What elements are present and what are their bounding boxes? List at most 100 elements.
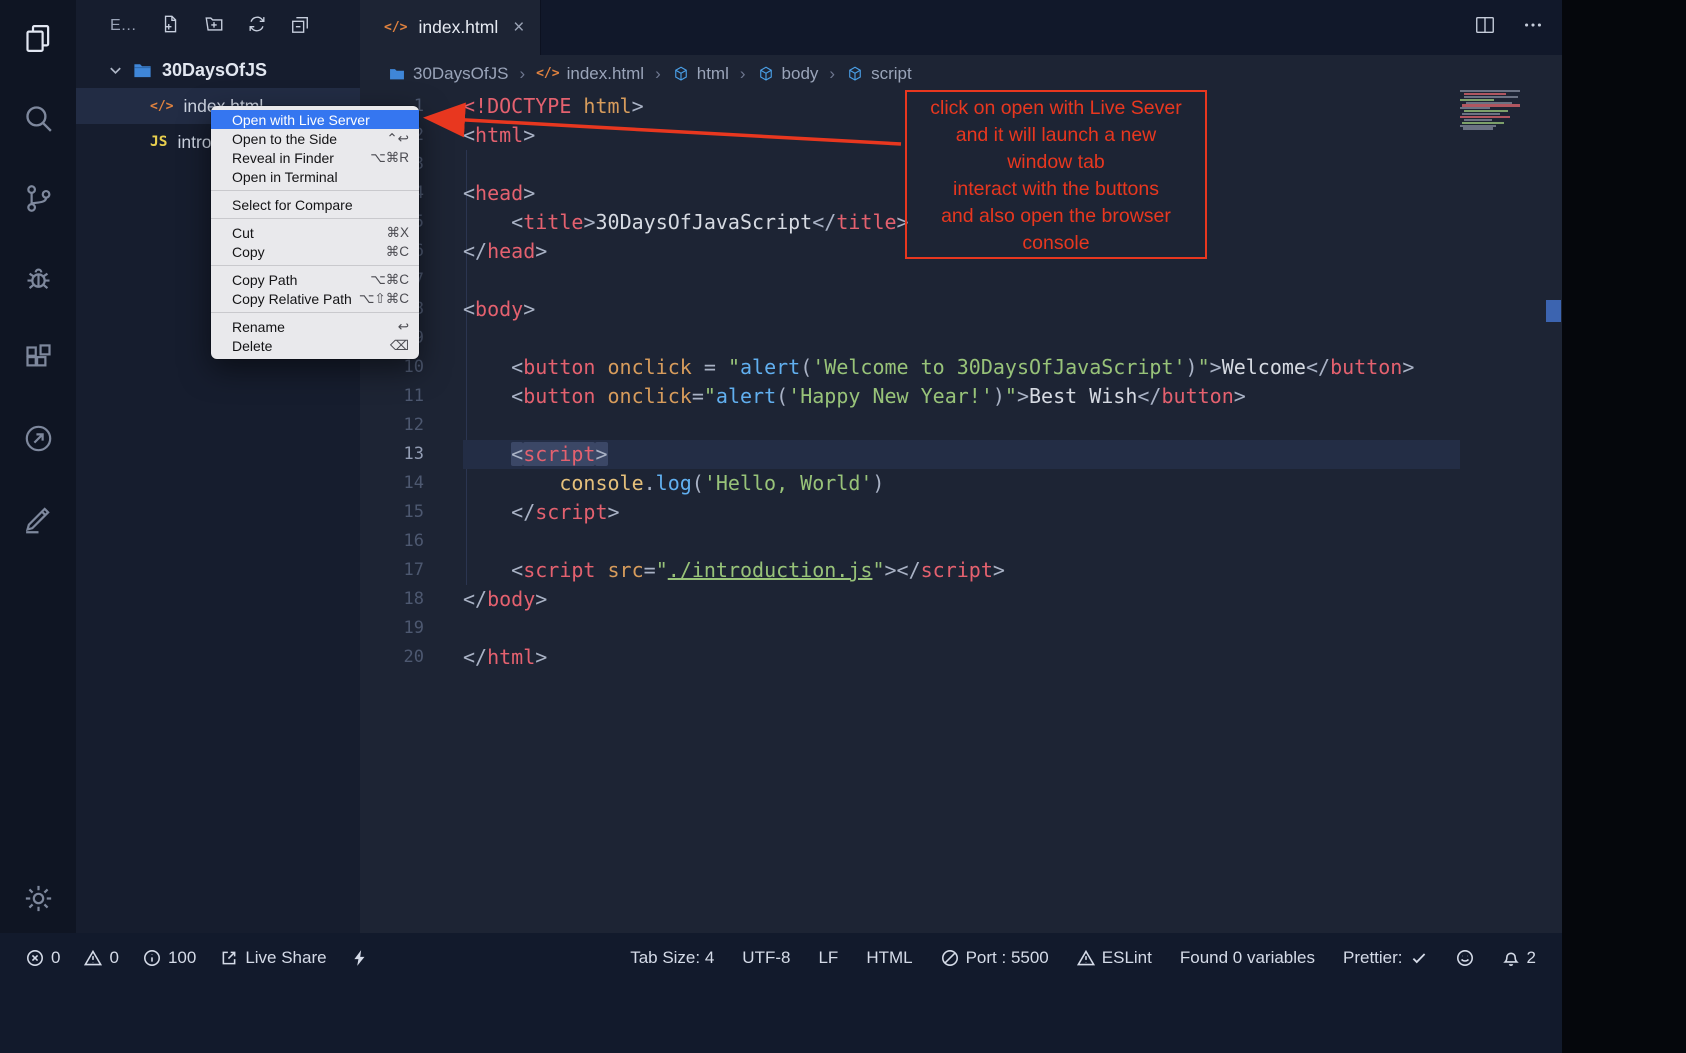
menu-item-copy-relative-path[interactable]: Copy Relative Path⌥⇧⌘C [211, 289, 419, 308]
minimap-line [1460, 107, 1490, 109]
tab-index-html[interactable]: </> index.html × [360, 0, 541, 55]
menu-item-open-with-live-server[interactable]: Open with Live Server [211, 110, 419, 129]
menu-item-cut[interactable]: Cut⌘X [211, 223, 419, 242]
status-item-lf[interactable]: LF [818, 948, 838, 968]
symbol-cube-icon [672, 65, 690, 83]
breadcrumb-item-html[interactable]: html [672, 64, 729, 84]
info-icon [143, 949, 161, 967]
code-line-19[interactable]: 19 [360, 614, 1562, 643]
breadcrumb-item-file[interactable]: </> index.html [536, 64, 644, 84]
breadcrumb-item-folder[interactable]: 30DaysOfJS [388, 64, 508, 84]
new-folder-icon[interactable] [204, 14, 224, 39]
code-text [424, 527, 463, 556]
menu-item-select-for-compare[interactable]: Select for Compare [211, 195, 419, 214]
code-line-8[interactable]: 8<body> [360, 295, 1562, 324]
menu-item-copy-path[interactable]: Copy Path⌥⌘C [211, 270, 419, 289]
line-number: 20 [360, 643, 424, 672]
breadcrumb-item-body[interactable]: body [757, 64, 819, 84]
context-menu: Open with Live ServerOpen to the Side⌃↩R… [211, 106, 419, 359]
menu-item-delete[interactable]: Delete⌫ [211, 336, 419, 355]
menu-item-label: Rename [232, 319, 285, 335]
html-file-icon: </> [536, 66, 559, 81]
status-item-0[interactable]: 0 [26, 948, 60, 968]
status-item-prettier-[interactable]: Prettier: [1343, 948, 1428, 968]
code-line-15[interactable]: 15 </script> [360, 498, 1562, 527]
html-file-icon: </> [384, 20, 407, 35]
code-line-10[interactable]: 10 <button onclick = "alert('Welcome to … [360, 353, 1562, 382]
annotation-line: and also open the browser [907, 203, 1205, 230]
debug-icon[interactable] [12, 252, 64, 304]
menu-separator [211, 265, 419, 266]
status-item-html[interactable]: HTML [866, 948, 912, 968]
code-text: <body> [424, 295, 535, 324]
status-label: 0 [109, 948, 118, 968]
breadcrumb-item-script[interactable]: script [846, 64, 912, 84]
chevron-right-icon: › [655, 64, 661, 84]
status-item-live-share[interactable]: Live Share [220, 948, 326, 968]
status-item-2[interactable]: 2 [1502, 948, 1536, 968]
chevron-right-icon: › [740, 64, 746, 84]
status-item-bolt[interactable] [351, 949, 369, 967]
settings-gear-icon[interactable] [12, 872, 64, 924]
code-line-11[interactable]: 11 <button onclick="alert('Happy New Yea… [360, 382, 1562, 411]
menu-item-open-in-terminal[interactable]: Open in Terminal [211, 167, 419, 186]
source-control-icon[interactable] [12, 172, 64, 224]
menu-shortcut: ⌘C [386, 244, 409, 260]
new-file-icon[interactable] [161, 14, 181, 39]
tab-label: index.html [418, 17, 498, 38]
extensions-icon[interactable] [12, 332, 64, 384]
code-line-12[interactable]: 12 [360, 411, 1562, 440]
symbol-cube-icon [846, 65, 864, 83]
menu-separator [211, 218, 419, 219]
warning-icon [84, 949, 102, 967]
code-line-14[interactable]: 14 console.log('Hello, World') [360, 469, 1562, 498]
menu-item-copy[interactable]: Copy⌘C [211, 242, 419, 261]
code-line-9[interactable]: 9 [360, 324, 1562, 353]
folder-icon [388, 65, 406, 83]
explorer-icon[interactable] [12, 12, 64, 64]
status-item-smiley[interactable] [1456, 949, 1474, 967]
code-text: console.log('Hello, World') [424, 469, 884, 498]
menu-item-rename[interactable]: Rename ↩ [211, 317, 419, 336]
breadcrumb-label: body [782, 64, 819, 84]
minimap[interactable] [1460, 90, 1544, 130]
warning-icon [1077, 949, 1095, 967]
code-line-7[interactable]: 7 [360, 266, 1562, 295]
code-line-16[interactable]: 16 [360, 527, 1562, 556]
code-line-18[interactable]: 18</body> [360, 585, 1562, 614]
minimap-line [1460, 116, 1510, 118]
tab-bar: </> index.html × [360, 0, 1562, 55]
tree-root-30daysofjs[interactable]: 30DaysOfJS [76, 52, 360, 88]
menu-shortcut: ⌃↩ [386, 131, 409, 147]
status-item-port-5500[interactable]: Port : 5500 [941, 948, 1049, 968]
status-label: Tab Size: 4 [630, 948, 714, 968]
status-item-100[interactable]: 100 [143, 948, 196, 968]
status-item-eslint[interactable]: ESLint [1077, 948, 1152, 968]
menu-shortcut: ↩ [398, 319, 409, 335]
code-line-13[interactable]: 13 <script> [360, 440, 1562, 469]
status-bar: 0 0 100 Live Share Tab Size: 4 UTF-8 LF HTML Por… [0, 933, 1562, 1053]
live-share-icon[interactable] [12, 412, 64, 464]
search-icon[interactable] [12, 92, 64, 144]
menu-item-open-to-the-side[interactable]: Open to the Side⌃↩ [211, 129, 419, 148]
status-item-0[interactable]: 0 [84, 948, 118, 968]
code-text [424, 150, 463, 179]
line-number: 11 [360, 382, 424, 411]
menu-item-reveal-in-finder[interactable]: Reveal in Finder⌥⌘R [211, 148, 419, 167]
status-label: 100 [168, 948, 196, 968]
code-line-20[interactable]: 20</html> [360, 643, 1562, 672]
split-editor-icon[interactable] [1474, 14, 1496, 41]
close-icon[interactable]: × [513, 17, 524, 39]
edit-session-icon[interactable] [12, 492, 64, 544]
refresh-icon[interactable] [247, 14, 267, 39]
menu-shortcut: ⌘X [386, 225, 409, 241]
annotation-line: click on open with Live Sever [907, 95, 1205, 122]
status-item-tab-size-4[interactable]: Tab Size: 4 [630, 948, 714, 968]
code-line-17[interactable]: 17 <script src="./introduction.js"></scr… [360, 556, 1562, 585]
status-item-found-0-variables[interactable]: Found 0 variables [1180, 948, 1315, 968]
status-item-utf-8[interactable]: UTF-8 [742, 948, 790, 968]
share-icon [220, 949, 238, 967]
more-actions-icon[interactable] [1522, 14, 1544, 41]
collapse-all-icon[interactable] [290, 14, 310, 39]
code-text [424, 614, 463, 643]
